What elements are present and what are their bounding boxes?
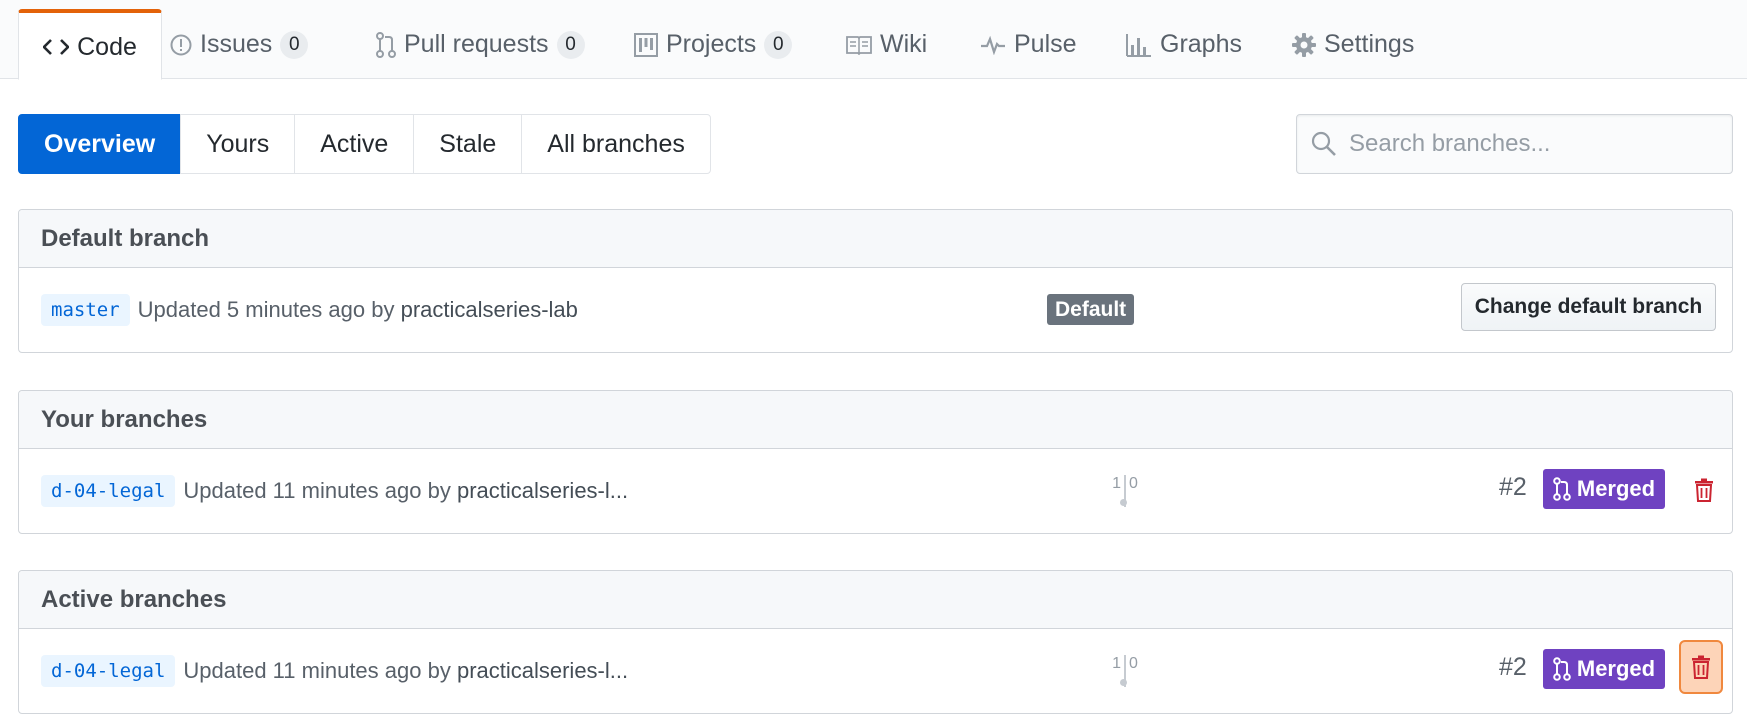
book-icon: [846, 35, 872, 55]
branch-name-link[interactable]: master: [41, 293, 130, 326]
tab-code-label: Code: [77, 32, 137, 61]
tab-wiki[interactable]: Wiki: [846, 10, 927, 79]
trash-icon: [1692, 655, 1710, 679]
pull-request-number-link[interactable]: #2: [1499, 473, 1527, 502]
merged-label: Merged: [1576, 656, 1656, 681]
branch-updated-text: Updated 11 minutes ago by practicalserie…: [183, 658, 628, 684]
author-link[interactable]: practicalseries-l...: [457, 478, 628, 503]
behind-count: 1: [1112, 475, 1121, 492]
filter-stale[interactable]: Stale: [413, 114, 523, 174]
tab-projects[interactable]: Projects 0: [634, 10, 793, 79]
search-icon: [1311, 131, 1336, 156]
code-icon: [43, 39, 70, 55]
tab-issues-label: Issues: [200, 30, 273, 58]
branch-filter-nav: Overview Yours Active Stale All branches: [18, 114, 711, 174]
tab-issues[interactable]: Issues 0: [170, 10, 309, 79]
search-input[interactable]: [1349, 130, 1709, 158]
delete-branch-button[interactable]: [1679, 640, 1723, 694]
ahead-count: 0: [1129, 475, 1138, 492]
branch-name-link[interactable]: d-04-legal: [41, 474, 176, 507]
active-branches-header: Active branches: [19, 571, 1732, 629]
branch-row: d-04-legal Updated 11 minutes ago by pra…: [19, 449, 1732, 532]
tab-pull-requests-label: Pull requests: [404, 30, 549, 58]
ahead-behind-indicator: 1 0: [1099, 471, 1149, 511]
ahead-behind-dot: [1120, 499, 1127, 506]
your-branches-box: Your branches d-04-legal Updated 11 minu…: [18, 390, 1733, 534]
pull-request-number-link[interactable]: #2: [1499, 653, 1527, 682]
tab-pull-requests[interactable]: Pull requests 0: [376, 10, 585, 79]
ahead-behind-dot: [1120, 679, 1127, 686]
graph-icon: [1126, 33, 1151, 57]
merged-label: Merged: [1576, 476, 1656, 501]
updated-prefix: Updated 5 minutes ago by: [137, 296, 395, 322]
default-branch-header: Default branch: [19, 210, 1732, 268]
tab-wiki-label: Wiki: [880, 30, 928, 58]
tab-graphs[interactable]: Graphs: [1126, 10, 1242, 79]
branch-updated-text: Updated 11 minutes ago by practicalserie…: [183, 478, 628, 504]
updated-prefix: Updated 11 minutes ago by: [183, 477, 451, 503]
default-badge: Default: [1047, 294, 1135, 325]
merged-pull-request-icon: [1553, 477, 1571, 501]
your-branches-header: Your branches: [19, 391, 1732, 449]
filter-all-branches[interactable]: All branches: [521, 114, 711, 174]
author-link[interactable]: practicalseries-l...: [457, 658, 628, 683]
merged-state-badge[interactable]: Merged: [1543, 469, 1665, 509]
project-icon: [634, 32, 658, 57]
behind-count: 1: [1112, 655, 1121, 672]
issue-icon: [170, 34, 192, 55]
ahead-behind-indicator: 1 0: [1099, 651, 1149, 691]
author-link[interactable]: practicalseries-lab: [401, 297, 578, 322]
branch-name-link[interactable]: d-04-legal: [41, 654, 176, 687]
branch-row: master Updated 5 minutes ago by practica…: [19, 268, 1732, 351]
gear-icon: [1292, 32, 1316, 57]
updated-prefix: Updated 11 minutes ago by: [183, 657, 451, 683]
filter-yours[interactable]: Yours: [180, 114, 296, 174]
delete-branch-button[interactable]: [1685, 471, 1723, 509]
pull-request-icon: [376, 31, 396, 58]
tab-projects-label: Projects: [666, 30, 757, 58]
change-default-branch-button[interactable]: Change default branch: [1461, 283, 1716, 331]
pull-requests-counter: 0: [556, 30, 585, 59]
filter-active[interactable]: Active: [294, 114, 415, 174]
tab-code[interactable]: Code: [18, 9, 162, 80]
merged-state-badge[interactable]: Merged: [1543, 649, 1665, 689]
repo-nav: Code Issues 0 Pull requests 0 Projects 0…: [0, 0, 1747, 80]
active-branches-box: Active branches d-04-legal Updated 11 mi…: [18, 570, 1733, 714]
default-branch-box: Default branch master Updated 5 minutes …: [18, 209, 1733, 353]
filter-overview[interactable]: Overview: [18, 114, 182, 174]
search-box: [1296, 114, 1733, 174]
branch-updated-text: Updated 5 minutes ago by practicalseries…: [138, 297, 578, 323]
tab-graphs-label: Graphs: [1160, 30, 1242, 58]
tab-pulse-label: Pulse: [1014, 30, 1077, 58]
tab-settings[interactable]: Settings: [1292, 10, 1414, 79]
ahead-count: 0: [1129, 655, 1138, 672]
tab-settings-label: Settings: [1324, 30, 1415, 58]
tab-pulse[interactable]: Pulse: [980, 10, 1077, 79]
merged-pull-request-icon: [1553, 657, 1571, 681]
issues-counter: 0: [280, 30, 309, 59]
branch-row: d-04-legal Updated 11 minutes ago by pra…: [19, 629, 1732, 712]
projects-counter: 0: [764, 30, 793, 59]
pulse-icon: [981, 35, 1005, 55]
trash-icon: [1695, 478, 1713, 502]
